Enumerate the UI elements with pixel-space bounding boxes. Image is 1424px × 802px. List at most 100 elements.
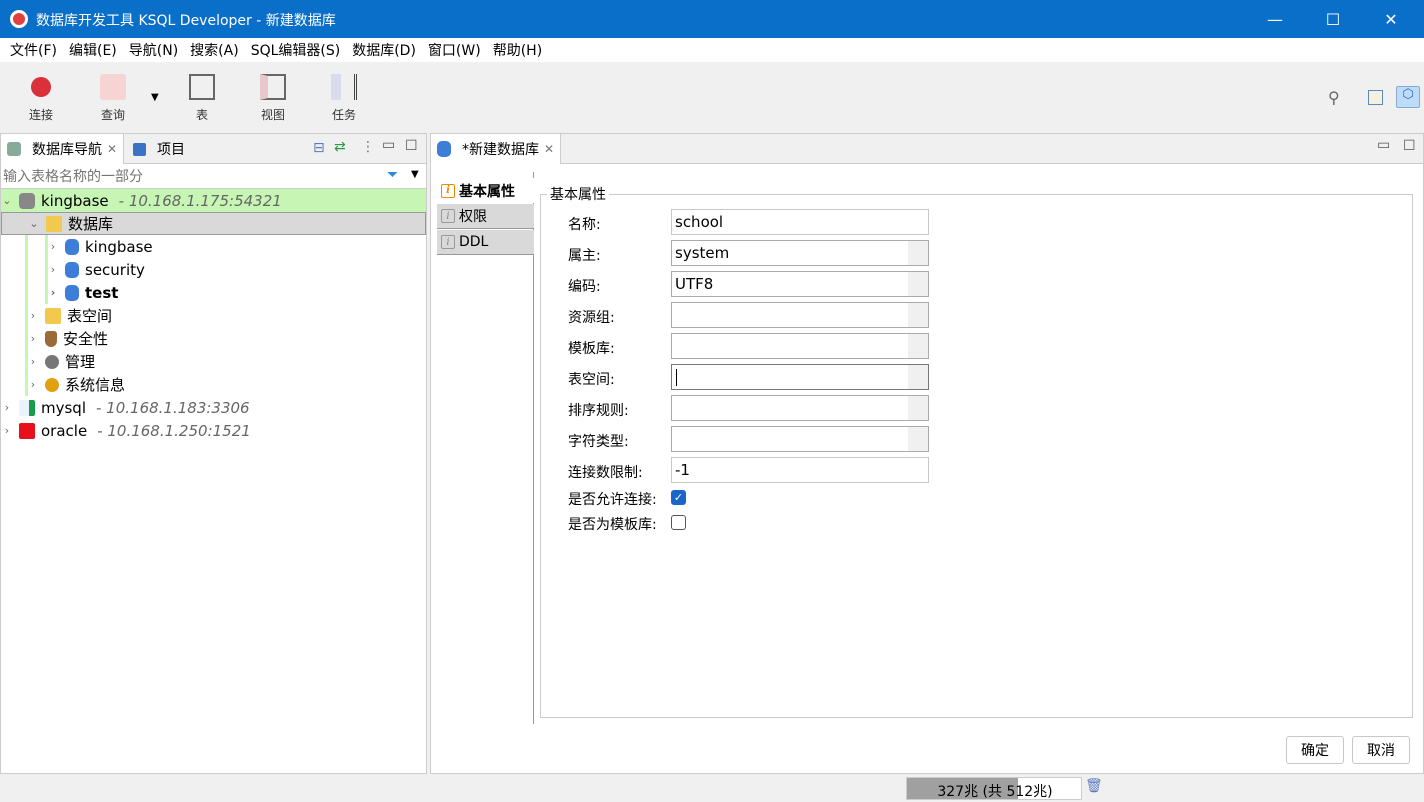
- minimize-view-icon[interactable]: ▭: [382, 137, 395, 153]
- expand-chevron-icon[interactable]: ›: [27, 378, 39, 391]
- app-logo-icon: [10, 10, 28, 28]
- encoding-label: 编码:: [568, 276, 601, 296]
- connect-button[interactable]: 连接: [11, 74, 71, 123]
- close-tab-icon[interactable]: ✕: [544, 142, 554, 156]
- expand-chevron-icon[interactable]: ›: [27, 355, 39, 368]
- node-label: 表空间: [67, 305, 112, 326]
- tree-node-tablespaces[interactable]: › 表空间: [1, 304, 426, 327]
- ctype-select[interactable]: [671, 426, 929, 452]
- perspective-icon[interactable]: ⬡: [1396, 86, 1420, 108]
- menu-edit[interactable]: 编辑(E): [63, 40, 123, 60]
- tree-node-system-info[interactable]: ›系统信息: [1, 373, 426, 396]
- collation-select[interactable]: [671, 395, 929, 421]
- close-button[interactable]: ✕: [1366, 0, 1416, 38]
- tree-node-kingbase-connection[interactable]: ⌄kingbase- 10.168.1.175:54321: [1, 189, 426, 212]
- close-tab-icon[interactable]: ✕: [107, 142, 117, 156]
- ok-button[interactable]: 确定: [1286, 736, 1344, 764]
- cancel-button[interactable]: 取消: [1352, 736, 1410, 764]
- filter-icon[interactable]: ⏷: [387, 167, 398, 183]
- owner-label: 属主:: [568, 245, 601, 265]
- name-label: 名称:: [568, 214, 601, 234]
- node-host: - 10.168.1.250:1521: [97, 422, 251, 440]
- tab-database-navigator[interactable]: 数据库导航 ✕: [1, 134, 124, 164]
- expand-chevron-icon[interactable]: ›: [47, 286, 59, 299]
- table-label: 表: [196, 108, 208, 122]
- menu-sql-editor[interactable]: SQL编辑器(S): [245, 40, 347, 60]
- link-editor-icon[interactable]: ⇄: [334, 139, 346, 155]
- database-icon: [65, 239, 79, 255]
- is-template-checkbox[interactable]: [671, 515, 686, 530]
- maximize-view-icon[interactable]: ☐: [405, 138, 418, 154]
- minimize-editor-icon[interactable]: ▭: [1377, 137, 1390, 153]
- node-host: - 10.168.1.183:3306: [96, 399, 250, 417]
- resource-group-label: 资源组:: [568, 307, 615, 327]
- filter-dropdown-icon[interactable]: ▼: [411, 169, 419, 180]
- search-icon[interactable]: ⚲: [1328, 88, 1340, 107]
- table-filter-input[interactable]: [3, 166, 375, 187]
- tree-node-oracle-connection[interactable]: ›oracle- 10.168.1.250:1521: [1, 419, 426, 442]
- memory-text: 327兆 (共 512兆): [907, 781, 1083, 801]
- expand-chevron-icon[interactable]: ›: [1, 401, 13, 414]
- group-title: 基本属性: [547, 184, 609, 204]
- expand-chevron-icon[interactable]: ›: [47, 240, 59, 253]
- gear-icon: [45, 355, 59, 369]
- tab-label: *新建数据库: [462, 139, 539, 159]
- tree-node-databases[interactable]: ⌄数据库: [1, 212, 426, 235]
- menu-file[interactable]: 文件(F): [4, 40, 63, 60]
- tree-node-management[interactable]: ›管理: [1, 350, 426, 373]
- menu-help[interactable]: 帮助(H): [487, 40, 548, 60]
- allow-connections-checkbox[interactable]: ✓: [671, 490, 686, 505]
- owner-select[interactable]: system: [671, 240, 929, 266]
- name-input[interactable]: school: [671, 209, 929, 235]
- node-label: mysql: [41, 399, 86, 417]
- view-label: 视图: [261, 108, 285, 122]
- tab-project[interactable]: 项目: [127, 134, 191, 164]
- query-button[interactable]: 查询: [83, 74, 143, 123]
- side-tab-basic-properties[interactable]: i 基本属性: [437, 178, 534, 203]
- new-table-icon[interactable]: [1368, 90, 1383, 105]
- garbage-collect-trash-icon[interactable]: 🗑: [1085, 778, 1103, 794]
- menu-database[interactable]: 数据库(D): [346, 40, 422, 60]
- node-label: kingbase: [41, 192, 109, 210]
- tablespace-select[interactable]: [671, 364, 929, 390]
- node-label: test: [85, 284, 118, 302]
- tree-node-db-security[interactable]: ›security: [1, 258, 426, 281]
- is-template-label: 是否为模板库:: [568, 514, 657, 534]
- tab-label: 数据库导航: [32, 139, 102, 159]
- expand-chevron-icon[interactable]: ›: [27, 309, 39, 322]
- expand-chevron-icon[interactable]: ⌄: [1, 194, 13, 207]
- info-icon: i: [441, 184, 455, 198]
- connection-limit-input[interactable]: -1: [671, 457, 929, 483]
- side-tab-label: 基本属性: [459, 181, 515, 201]
- query-dropdown-icon[interactable]: ▼: [151, 92, 159, 103]
- info-icon: [45, 378, 59, 392]
- maximize-editor-icon[interactable]: ☐: [1403, 138, 1416, 154]
- collapse-all-icon[interactable]: ⊟: [313, 140, 325, 156]
- database-icon: [7, 142, 21, 156]
- template-select[interactable]: [671, 333, 929, 359]
- side-tab-permissions[interactable]: i权限: [437, 204, 534, 229]
- tree-node-security[interactable]: ›安全性: [1, 327, 426, 350]
- tree-node-db-kingbase[interactable]: ›kingbase: [1, 235, 426, 258]
- expand-chevron-icon[interactable]: ⌄: [28, 217, 40, 230]
- resource-group-select[interactable]: [671, 302, 929, 328]
- table-button[interactable]: 表: [172, 74, 232, 123]
- minimize-button[interactable]: —: [1250, 0, 1300, 38]
- tree-node-mysql-connection[interactable]: › mysql - 10.168.1.183:3306: [1, 396, 426, 419]
- task-button[interactable]: 任务: [314, 74, 374, 123]
- menu-search[interactable]: 搜索(A): [184, 40, 245, 60]
- connect-icon: [31, 77, 51, 97]
- tab-new-database[interactable]: *新建数据库 ✕: [431, 134, 561, 164]
- tree-node-db-test[interactable]: › test: [1, 281, 426, 304]
- expand-chevron-icon[interactable]: ›: [47, 263, 59, 276]
- side-tab-ddl[interactable]: iDDL: [437, 230, 534, 255]
- encoding-select[interactable]: UTF8: [671, 271, 929, 297]
- maximize-button[interactable]: ☐: [1308, 0, 1358, 38]
- side-tab-label: 权限: [459, 206, 487, 226]
- expand-chevron-icon[interactable]: ›: [1, 424, 13, 437]
- menu-window[interactable]: 窗口(W): [422, 40, 487, 60]
- view-button[interactable]: 视图: [243, 74, 303, 123]
- expand-chevron-icon[interactable]: ›: [27, 332, 39, 345]
- menu-navigate[interactable]: 导航(N): [123, 40, 184, 60]
- view-menu-icon[interactable]: ⋮: [361, 139, 375, 155]
